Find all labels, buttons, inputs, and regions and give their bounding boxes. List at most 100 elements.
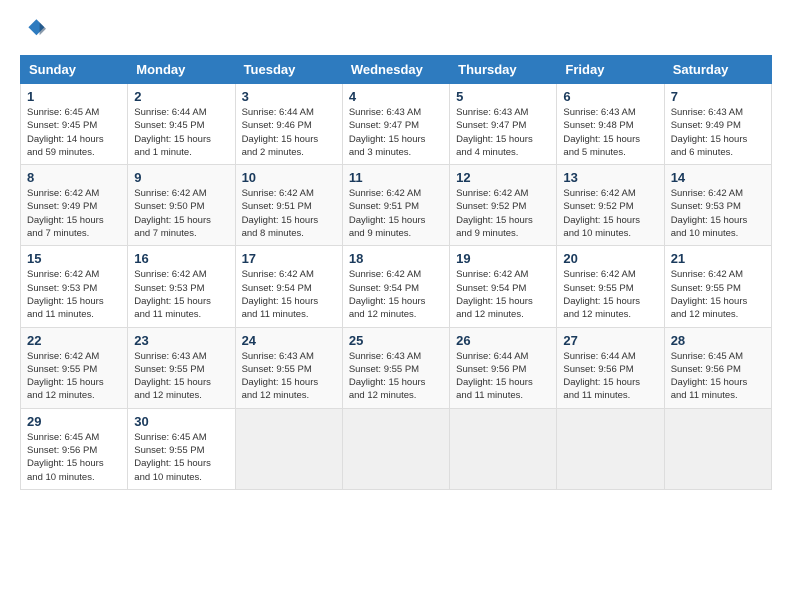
day-number: 26 bbox=[456, 333, 550, 348]
calendar-cell: 8 Sunrise: 6:42 AMSunset: 9:49 PMDaylight… bbox=[21, 165, 128, 246]
day-number: 17 bbox=[242, 251, 336, 266]
calendar-cell: 13 Sunrise: 6:42 AMSunset: 9:52 PMDayligh… bbox=[557, 165, 664, 246]
day-number: 3 bbox=[242, 89, 336, 104]
day-number: 29 bbox=[27, 414, 121, 429]
page: SundayMondayTuesdayWednesdayThursdayFrid… bbox=[0, 0, 792, 510]
cell-text: Sunrise: 6:42 AMSunset: 9:51 PMDaylight:… bbox=[349, 187, 443, 240]
calendar-cell: 3 Sunrise: 6:44 AMSunset: 9:46 PMDaylight… bbox=[235, 84, 342, 165]
cell-text: Sunrise: 6:45 AMSunset: 9:45 PMDaylight:… bbox=[27, 106, 121, 159]
calendar-header-row: SundayMondayTuesdayWednesdayThursdayFrid… bbox=[21, 56, 772, 84]
calendar-header-tuesday: Tuesday bbox=[235, 56, 342, 84]
day-number: 9 bbox=[134, 170, 228, 185]
calendar-cell: 15 Sunrise: 6:42 AMSunset: 9:53 PMDayligh… bbox=[21, 246, 128, 327]
calendar-cell: 2 Sunrise: 6:44 AMSunset: 9:45 PMDaylight… bbox=[128, 84, 235, 165]
calendar-cell: 17 Sunrise: 6:42 AMSunset: 9:54 PMDayligh… bbox=[235, 246, 342, 327]
calendar-cell: 20 Sunrise: 6:42 AMSunset: 9:55 PMDayligh… bbox=[557, 246, 664, 327]
calendar-cell: 6 Sunrise: 6:43 AMSunset: 9:48 PMDaylight… bbox=[557, 84, 664, 165]
cell-text: Sunrise: 6:45 AMSunset: 9:56 PMDaylight:… bbox=[671, 350, 765, 403]
calendar-cell: 14 Sunrise: 6:42 AMSunset: 9:53 PMDayligh… bbox=[664, 165, 771, 246]
day-number: 7 bbox=[671, 89, 765, 104]
day-number: 14 bbox=[671, 170, 765, 185]
calendar-cell: 30 Sunrise: 6:45 AMSunset: 9:55 PMDayligh… bbox=[128, 408, 235, 489]
calendar-cell: 28 Sunrise: 6:45 AMSunset: 9:56 PMDayligh… bbox=[664, 327, 771, 408]
cell-text: Sunrise: 6:43 AMSunset: 9:48 PMDaylight:… bbox=[563, 106, 657, 159]
cell-text: Sunrise: 6:42 AMSunset: 9:53 PMDaylight:… bbox=[27, 268, 121, 321]
calendar-cell: 26 Sunrise: 6:44 AMSunset: 9:56 PMDayligh… bbox=[450, 327, 557, 408]
day-number: 18 bbox=[349, 251, 443, 266]
calendar-cell: 25 Sunrise: 6:43 AMSunset: 9:55 PMDayligh… bbox=[342, 327, 449, 408]
cell-text: Sunrise: 6:44 AMSunset: 9:56 PMDaylight:… bbox=[456, 350, 550, 403]
calendar-week-1: 1 Sunrise: 6:45 AMSunset: 9:45 PMDaylight… bbox=[21, 84, 772, 165]
calendar-table: SundayMondayTuesdayWednesdayThursdayFrid… bbox=[20, 55, 772, 490]
cell-text: Sunrise: 6:42 AMSunset: 9:55 PMDaylight:… bbox=[27, 350, 121, 403]
calendar-cell: 5Sunrise: 6:43 AMSunset: 9:47 PMDaylight… bbox=[450, 84, 557, 165]
day-number: 10 bbox=[242, 170, 336, 185]
day-number: 8 bbox=[27, 170, 121, 185]
calendar-week-3: 15 Sunrise: 6:42 AMSunset: 9:53 PMDayligh… bbox=[21, 246, 772, 327]
cell-text: Sunrise: 6:43 AMSunset: 9:47 PMDaylight:… bbox=[456, 106, 550, 159]
cell-text: Sunrise: 6:43 AMSunset: 9:49 PMDaylight:… bbox=[671, 106, 765, 159]
cell-text: Sunrise: 6:42 AMSunset: 9:54 PMDaylight:… bbox=[242, 268, 336, 321]
calendar-header-monday: Monday bbox=[128, 56, 235, 84]
day-number: 12 bbox=[456, 170, 550, 185]
calendar-cell: 4Sunrise: 6:43 AMSunset: 9:47 PMDaylight… bbox=[342, 84, 449, 165]
calendar-header-thursday: Thursday bbox=[450, 56, 557, 84]
day-number: 1 bbox=[27, 89, 121, 104]
cell-text: Sunrise: 6:42 AMSunset: 9:52 PMDaylight:… bbox=[456, 187, 550, 240]
calendar-cell: 24 Sunrise: 6:43 AMSunset: 9:55 PMDayligh… bbox=[235, 327, 342, 408]
day-number: 21 bbox=[671, 251, 765, 266]
day-number: 4 bbox=[349, 89, 443, 104]
cell-text: Sunrise: 6:43 AMSunset: 9:55 PMDaylight:… bbox=[242, 350, 336, 403]
cell-text: Sunrise: 6:42 AMSunset: 9:53 PMDaylight:… bbox=[671, 187, 765, 240]
cell-text: Sunrise: 6:42 AMSunset: 9:52 PMDaylight:… bbox=[563, 187, 657, 240]
day-number: 6 bbox=[563, 89, 657, 104]
cell-text: Sunrise: 6:44 AMSunset: 9:45 PMDaylight:… bbox=[134, 106, 228, 159]
cell-text: Sunrise: 6:43 AMSunset: 9:55 PMDaylight:… bbox=[349, 350, 443, 403]
calendar-cell bbox=[557, 408, 664, 489]
cell-text: Sunrise: 6:42 AMSunset: 9:54 PMDaylight:… bbox=[456, 268, 550, 321]
day-number: 13 bbox=[563, 170, 657, 185]
calendar-cell: 12 Sunrise: 6:42 AMSunset: 9:52 PMDayligh… bbox=[450, 165, 557, 246]
cell-text: Sunrise: 6:42 AMSunset: 9:50 PMDaylight:… bbox=[134, 187, 228, 240]
day-number: 11 bbox=[349, 170, 443, 185]
cell-text: Sunrise: 6:44 AMSunset: 9:56 PMDaylight:… bbox=[563, 350, 657, 403]
day-number: 22 bbox=[27, 333, 121, 348]
day-number: 23 bbox=[134, 333, 228, 348]
calendar-cell bbox=[342, 408, 449, 489]
calendar-cell: 29 Sunrise: 6:45 AMSunset: 9:56 PMDayligh… bbox=[21, 408, 128, 489]
calendar-header-friday: Friday bbox=[557, 56, 664, 84]
day-number: 15 bbox=[27, 251, 121, 266]
header bbox=[20, 16, 772, 45]
calendar-week-4: 22 Sunrise: 6:42 AMSunset: 9:55 PMDayligh… bbox=[21, 327, 772, 408]
day-number: 30 bbox=[134, 414, 228, 429]
day-number: 2 bbox=[134, 89, 228, 104]
cell-text: Sunrise: 6:45 AMSunset: 9:55 PMDaylight:… bbox=[134, 431, 228, 484]
logo bbox=[20, 16, 46, 45]
calendar-cell: 27Sunrise: 6:44 AMSunset: 9:56 PMDayligh… bbox=[557, 327, 664, 408]
day-number: 25 bbox=[349, 333, 443, 348]
calendar-cell: 10Sunrise: 6:42 AMSunset: 9:51 PMDayligh… bbox=[235, 165, 342, 246]
calendar-cell bbox=[235, 408, 342, 489]
cell-text: Sunrise: 6:43 AMSunset: 9:55 PMDaylight:… bbox=[134, 350, 228, 403]
day-number: 19 bbox=[456, 251, 550, 266]
day-number: 20 bbox=[563, 251, 657, 266]
cell-text: Sunrise: 6:42 AMSunset: 9:55 PMDaylight:… bbox=[563, 268, 657, 321]
calendar-cell: 18 Sunrise: 6:42 AMSunset: 9:54 PMDayligh… bbox=[342, 246, 449, 327]
calendar-cell: 1 Sunrise: 6:45 AMSunset: 9:45 PMDaylight… bbox=[21, 84, 128, 165]
cell-text: Sunrise: 6:42 AMSunset: 9:49 PMDaylight:… bbox=[27, 187, 121, 240]
calendar-cell: 7 Sunrise: 6:43 AMSunset: 9:49 PMDaylight… bbox=[664, 84, 771, 165]
calendar-cell bbox=[664, 408, 771, 489]
calendar-week-5: 29 Sunrise: 6:45 AMSunset: 9:56 PMDayligh… bbox=[21, 408, 772, 489]
calendar-cell: 9 Sunrise: 6:42 AMSunset: 9:50 PMDaylight… bbox=[128, 165, 235, 246]
calendar-cell: 11 Sunrise: 6:42 AMSunset: 9:51 PMDayligh… bbox=[342, 165, 449, 246]
cell-text: Sunrise: 6:42 AMSunset: 9:54 PMDaylight:… bbox=[349, 268, 443, 321]
calendar-cell: 23 Sunrise: 6:43 AMSunset: 9:55 PMDayligh… bbox=[128, 327, 235, 408]
day-number: 24 bbox=[242, 333, 336, 348]
cell-text: Sunrise: 6:42 AMSunset: 9:55 PMDaylight:… bbox=[671, 268, 765, 321]
day-number: 28 bbox=[671, 333, 765, 348]
calendar-cell: 21 Sunrise: 6:42 AMSunset: 9:55 PMDayligh… bbox=[664, 246, 771, 327]
calendar-header-sunday: Sunday bbox=[21, 56, 128, 84]
cell-text: Sunrise: 6:44 AMSunset: 9:46 PMDaylight:… bbox=[242, 106, 336, 159]
cell-text: Sunrise: 6:45 AMSunset: 9:56 PMDaylight:… bbox=[27, 431, 121, 484]
calendar-week-2: 8 Sunrise: 6:42 AMSunset: 9:49 PMDaylight… bbox=[21, 165, 772, 246]
